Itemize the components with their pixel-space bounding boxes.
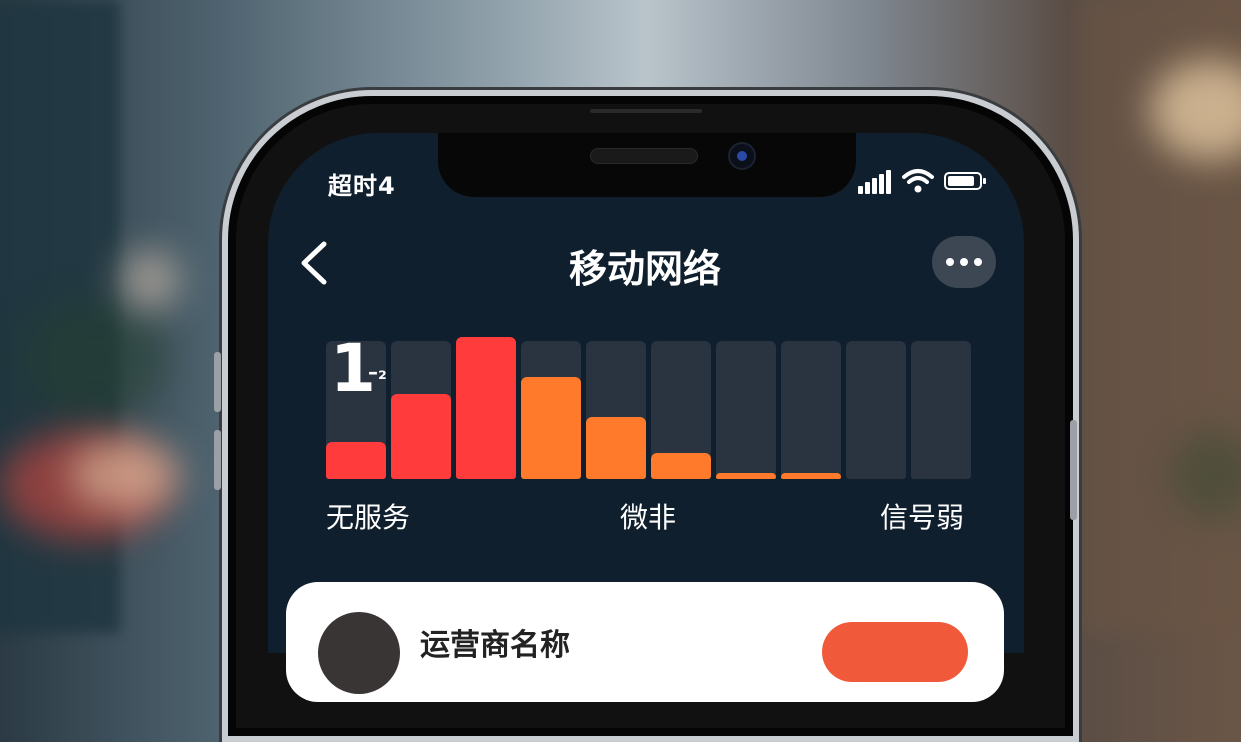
scale-label-left: 无服务 (326, 501, 411, 534)
dot-icon (946, 258, 954, 266)
volume-button (214, 352, 221, 412)
carrier-name: 运营商名称 (420, 628, 570, 663)
dot-icon (960, 258, 968, 266)
phone-screen (268, 133, 1024, 653)
background-light (120, 250, 180, 310)
power-button (1070, 420, 1077, 520)
front-camera (728, 142, 756, 170)
dot-icon (974, 258, 982, 266)
cellular-signal-icon (858, 170, 891, 194)
scale-label-right: 信号弱 (880, 501, 965, 534)
carrier-avatar (318, 612, 400, 694)
scale-label-middle: 微非 (620, 501, 677, 534)
notch (438, 133, 856, 197)
earpiece (590, 109, 702, 113)
speaker-grille (590, 148, 698, 164)
status-time: 超时4 (328, 172, 396, 200)
back-chevron-icon[interactable] (296, 240, 336, 286)
background-light (70, 440, 180, 510)
wifi-icon (902, 169, 934, 193)
more-options-button[interactable] (932, 236, 996, 288)
battery-icon (944, 172, 986, 190)
background-tree (20, 300, 170, 420)
signal-value-small: –₂ (368, 360, 387, 384)
volume-button (214, 430, 221, 490)
page-title: 移动网络 (568, 247, 721, 291)
carrier-action-button[interactable] (822, 622, 968, 682)
